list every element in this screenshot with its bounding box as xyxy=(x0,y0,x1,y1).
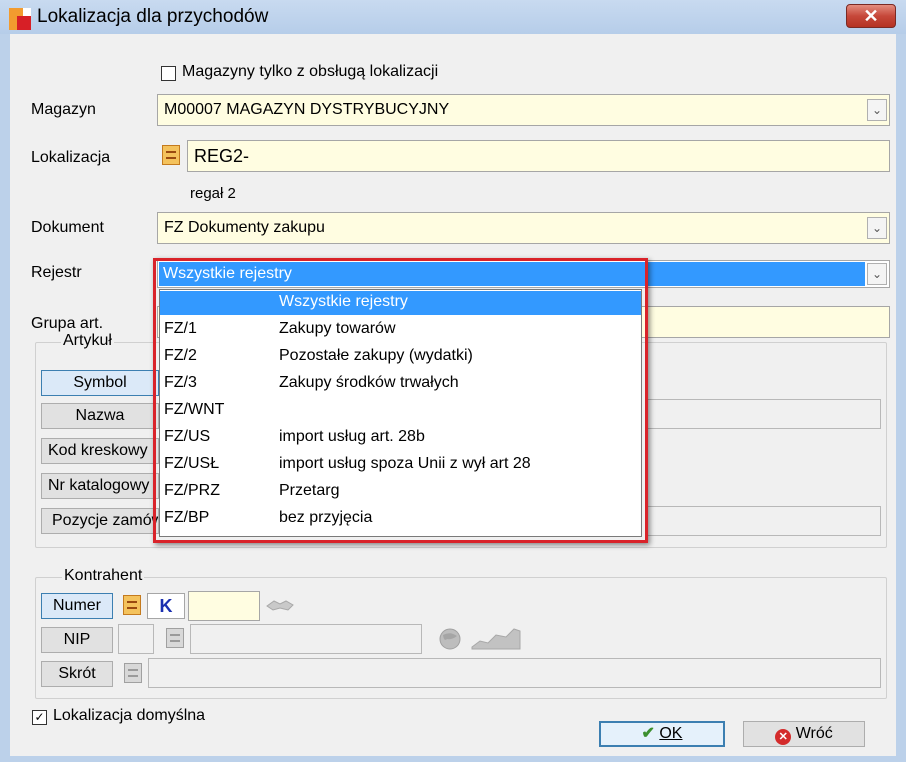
title-bar: Lokalizacja dla przychodów ✕ xyxy=(0,0,906,35)
kod-kreskowy-button[interactable]: Kod kreskowy xyxy=(41,438,159,464)
pozycje-zamowienia-button-label: Pozycje zamówienia xyxy=(52,512,159,529)
symbol-button-label: Symbol xyxy=(73,374,127,391)
dokument-dropdown-button[interactable]: ⌄ xyxy=(867,217,887,239)
warehouses-only-label: Magazyny tylko z obsługą lokalizacji xyxy=(182,63,439,80)
close-icon: ✕ xyxy=(863,6,879,26)
dropdown-highlight-frame xyxy=(153,258,648,543)
skrot-list-icon[interactable] xyxy=(124,663,142,683)
nip-list-icon[interactable] xyxy=(166,628,184,648)
default-location-checkbox[interactable]: ✓ xyxy=(32,710,47,725)
window-frame-right xyxy=(896,34,906,762)
dokument-select[interactable]: FZ Dokumenty zakupu xyxy=(157,212,890,244)
contractor-type-k[interactable]: K xyxy=(147,593,185,619)
contractor-list-icon[interactable] xyxy=(123,595,141,615)
window-title: Lokalizacja dla przychodów xyxy=(37,6,269,27)
nr-katalogowy-button-label: Nr katalogowy xyxy=(48,477,150,494)
chevron-down-icon: ⌄ xyxy=(871,221,883,235)
close-button[interactable]: ✕ xyxy=(846,4,896,28)
numer-input[interactable] xyxy=(188,591,260,621)
window-frame-left xyxy=(0,34,10,762)
numer-button-label: Numer xyxy=(52,597,101,614)
magazyn-label: Magazyn xyxy=(31,101,96,118)
warehouses-only-checkbox[interactable] xyxy=(161,66,176,81)
handshake-icon[interactable] xyxy=(265,594,295,616)
kontrahent-group-label: Kontrahent xyxy=(62,567,145,585)
nip-button-label: NIP xyxy=(63,631,91,648)
skrot-button-label: Skrót xyxy=(58,665,96,682)
lokalizacja-input[interactable]: REG2- xyxy=(187,140,890,172)
nip-button[interactable]: NIP xyxy=(41,627,113,653)
magazyn-dropdown-button[interactable]: ⌄ xyxy=(867,99,887,121)
location-list-icon[interactable] xyxy=(162,145,180,165)
map-icon[interactable] xyxy=(470,627,522,651)
ok-button[interactable]: ✔ OK xyxy=(599,721,725,747)
nazwa-button[interactable]: Nazwa xyxy=(41,403,159,429)
nazwa-button-label: Nazwa xyxy=(75,407,125,424)
skrot-input[interactable] xyxy=(148,658,881,688)
nip-input[interactable] xyxy=(190,624,422,654)
numer-button[interactable]: Numer xyxy=(41,593,113,619)
nazwa-input[interactable] xyxy=(645,399,881,429)
artykul-group-label: Artykuł xyxy=(61,332,114,350)
lokalizacja-label: Lokalizacja xyxy=(31,149,111,166)
lokalizacja-value: REG2- xyxy=(194,146,250,166)
back-button-label: Wróć xyxy=(795,725,833,742)
magazyn-select[interactable]: M00007 MAGAZYN DYSTRYBUCYJNY xyxy=(157,94,890,126)
back-button[interactable]: ✕ Wróć xyxy=(743,721,865,747)
globe-icon[interactable] xyxy=(435,627,465,651)
checkmark-icon: ✓ xyxy=(34,710,45,724)
lokalizacja-description: regał 2 xyxy=(190,185,236,202)
rejestr-label: Rejestr xyxy=(31,264,82,281)
skrot-button[interactable]: Skrót xyxy=(41,661,113,687)
chevron-down-icon: ⌄ xyxy=(871,103,883,117)
pozycje-zamowienia-button[interactable]: Pozycje zamówienia xyxy=(41,508,159,534)
default-location-label: Lokalizacja domyślna xyxy=(53,707,206,724)
app-logo-icon xyxy=(9,8,31,30)
nip-prefix-input[interactable] xyxy=(118,624,154,654)
ok-button-label: OK xyxy=(659,725,683,742)
grupa-label: Grupa art. xyxy=(31,315,104,332)
pozycje-input[interactable] xyxy=(645,506,881,536)
window-frame-bottom xyxy=(0,756,906,762)
chevron-down-icon: ⌄ xyxy=(871,267,883,281)
symbol-button[interactable]: Symbol xyxy=(41,370,159,396)
dokument-label: Dokument xyxy=(31,219,104,236)
cancel-icon: ✕ xyxy=(775,729,792,745)
check-icon: ✔ xyxy=(641,725,655,742)
rejestr-dropdown-button[interactable]: ⌄ xyxy=(867,263,887,285)
magazyn-value: M00007 MAGAZYN DYSTRYBUCYJNY xyxy=(164,101,450,118)
dokument-value: FZ Dokumenty zakupu xyxy=(164,219,325,236)
kod-kreskowy-button-label: Kod kreskowy xyxy=(48,442,148,459)
nr-katalogowy-button[interactable]: Nr katalogowy xyxy=(41,473,159,499)
